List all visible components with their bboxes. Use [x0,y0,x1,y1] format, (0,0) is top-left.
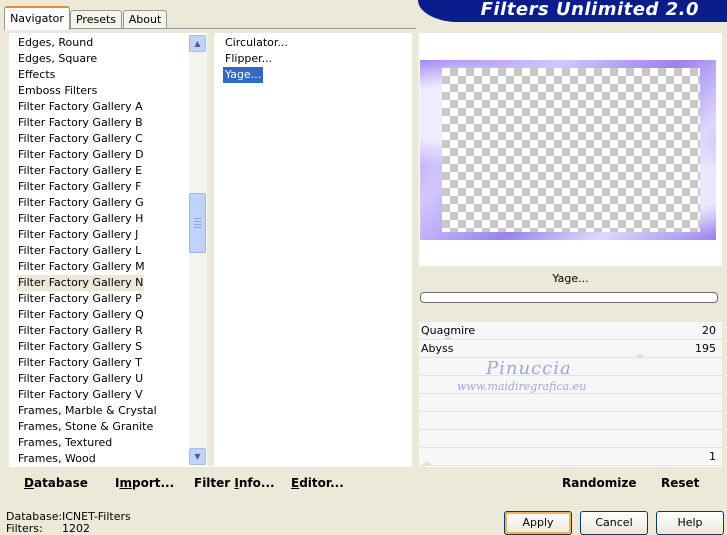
watermark-name: Pinuccia [486,358,572,379]
category-item[interactable]: Filter Factory Gallery G [17,195,145,211]
title-banner: Filters Unlimited 2.0 [418,0,727,22]
slider-row[interactable]: 1 [419,448,722,467]
help-button[interactable]: Help [656,511,724,535]
category-item[interactable]: Edges, Round [17,35,94,51]
scroll-down-icon[interactable]: ▼ [189,448,206,465]
watermark-url: www.maidiregrafica.eu [457,380,587,393]
progress-bar [420,292,718,303]
category-item[interactable]: Filter Factory Gallery C [17,131,144,147]
apply-button[interactable]: Apply [504,511,572,535]
scroll-thumb[interactable] [189,193,206,253]
category-item[interactable]: Frames, Marble & Crystal [17,403,158,419]
scroll-up-icon[interactable]: ▲ [189,35,206,52]
category-item[interactable]: Filter Factory Gallery M [17,259,146,275]
slider-value: 1 [709,450,716,463]
category-item[interactable]: Filter Factory Gallery J [17,227,139,243]
category-item[interactable]: Filter Factory Gallery S [17,339,143,355]
category-item[interactable]: Effects [17,67,56,83]
category-item[interactable]: Frames, Textured [17,435,113,451]
category-item[interactable]: Filter Factory Gallery H [17,211,144,227]
category-item[interactable]: Emboss Filters [17,83,98,99]
category-item[interactable]: Edges, Square [17,51,98,67]
category-item[interactable]: Frames, Wood [17,451,97,466]
category-item[interactable]: Filter Factory Gallery B [17,115,144,131]
filter-item[interactable]: Yage... [223,67,264,83]
category-item[interactable]: Filter Factory Gallery N [17,275,145,291]
preview-transparency [442,68,700,232]
category-item[interactable]: Filter Factory Gallery A [17,99,144,115]
slider-row[interactable] [419,394,722,412]
filters-status: Filters: 1202 [6,522,90,535]
reset-button[interactable]: Reset [661,476,699,490]
category-item[interactable]: Filter Factory Gallery Q [17,307,145,323]
category-item[interactable]: Filter Factory Gallery T [17,355,143,371]
filter-list[interactable]: Circulator... Flipper... Yage... [214,33,412,466]
slider-value: 20 [702,324,716,337]
filter-info-button[interactable]: Filter Info... [194,476,275,490]
randomize-button[interactable]: Randomize [562,476,636,490]
category-item[interactable]: Filter Factory Gallery L [17,243,142,259]
category-list[interactable]: Edges, Round Edges, Square Effects Emboss F… [9,33,207,466]
tab-presets[interactable]: Presets [70,10,122,29]
category-item[interactable]: Frames, Stone & Granite [17,419,154,435]
import-button[interactable]: Import... [115,476,174,490]
category-item[interactable]: Filter Factory Gallery V [17,387,144,403]
category-item[interactable]: Filter Factory Gallery P [17,291,143,307]
category-item[interactable]: Filter Factory Gallery R [17,323,144,339]
slider-row[interactable]: Quagmire 20 [419,322,722,341]
category-item[interactable]: Filter Factory Gallery D [17,147,145,163]
current-filter-name: Yage... [419,268,722,290]
category-item[interactable]: Filter Factory Gallery F [17,179,142,195]
cancel-button[interactable]: Cancel [580,511,648,535]
filter-item[interactable]: Flipper... [223,51,274,67]
slider-row[interactable]: Abyss 195 [419,340,722,359]
category-scrollbar[interactable]: ▲ ▼ [189,35,206,465]
category-item[interactable]: Filter Factory Gallery U [17,371,144,387]
editor-button[interactable]: Editor... [291,476,344,490]
slider-panel: Quagmire 20 Abyss 195 1 [419,322,722,467]
slider-label: Abyss [421,342,454,355]
slider-row[interactable] [419,412,722,430]
database-button[interactable]: Database [24,476,88,490]
slider-row[interactable] [419,430,722,448]
app-title: Filters Unlimited 2.0 [480,0,699,20]
slider-value: 195 [695,342,716,355]
tab-navigator[interactable]: Navigator [4,6,70,30]
filter-item[interactable]: Circulator... [223,35,290,51]
tab-about[interactable]: About [123,10,167,29]
category-item[interactable]: Filter Factory Gallery E [17,163,143,179]
